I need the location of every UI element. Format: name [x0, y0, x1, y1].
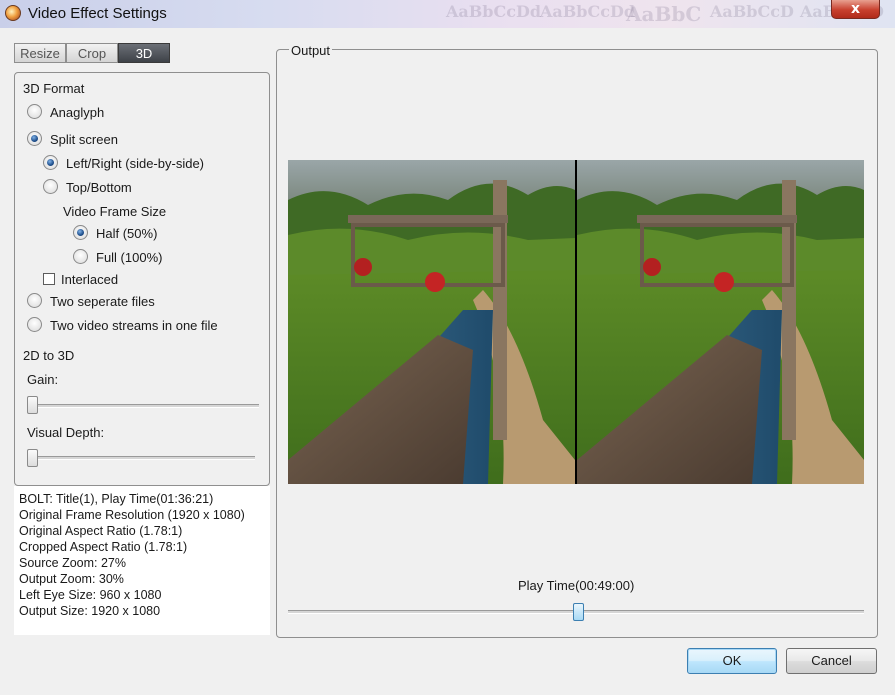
- info-line: Source Zoom: 27%: [19, 556, 126, 570]
- top-bottom-radio[interactable]: [43, 179, 58, 194]
- right-eye-frame: [577, 160, 864, 484]
- video-preview: [288, 160, 864, 484]
- ok-button[interactable]: OK: [687, 648, 777, 674]
- anaglyph-label[interactable]: Anaglyph: [50, 105, 104, 120]
- left-eye-frame: [288, 160, 575, 484]
- tab-resize[interactable]: Resize: [14, 43, 66, 63]
- video-info-panel: BOLT: Title(1), Play Time(01:36:21) Orig…: [14, 486, 270, 635]
- interlaced-label[interactable]: Interlaced: [61, 272, 118, 287]
- train-scene-image: [577, 160, 864, 484]
- cancel-button[interactable]: Cancel: [786, 648, 877, 674]
- info-line: Cropped Aspect Ratio (1.78:1): [19, 540, 188, 554]
- visual-depth-slider-track[interactable]: [27, 456, 255, 460]
- split-screen-radio[interactable]: [27, 131, 42, 146]
- left-right-label[interactable]: Left/Right (side-by-side): [66, 156, 204, 171]
- full-label[interactable]: Full (100%): [96, 250, 162, 265]
- play-time-slider-thumb[interactable]: [573, 603, 584, 621]
- close-icon: x: [850, 1, 861, 17]
- info-line: Original Aspect Ratio (1.78:1): [19, 524, 183, 538]
- tab-3d[interactable]: 3D: [118, 43, 170, 63]
- info-line: Output Size: 1920 x 1080: [19, 604, 161, 618]
- two-files-radio[interactable]: [27, 293, 42, 308]
- 2d-to-3d-title: 2D to 3D: [23, 348, 75, 363]
- video-frame-size-label: Video Frame Size: [63, 204, 167, 219]
- split-screen-label[interactable]: Split screen: [50, 132, 118, 147]
- gain-label: Gain:: [27, 372, 59, 387]
- background-ghost-text: AaBbCcD: [710, 2, 794, 21]
- info-line: Left Eye Size: 960 x 1080: [19, 588, 162, 602]
- output-title: Output: [289, 43, 333, 58]
- background-ghost-text: AaBbCcDd: [540, 2, 636, 21]
- visual-depth-slider-thumb[interactable]: [27, 449, 38, 467]
- play-time-label: Play Time(00:49:00): [518, 578, 635, 593]
- background-ghost-text: AaBbCcDd: [446, 2, 542, 21]
- dialog-window: AaBbCcDd AaBbCcDd AaBbC AaBbCcD AaBbCcD …: [0, 0, 895, 695]
- top-bottom-label[interactable]: Top/Bottom: [66, 180, 132, 195]
- info-line: Output Zoom: 30%: [19, 572, 124, 586]
- two-streams-label[interactable]: Two video streams in one file: [50, 318, 218, 333]
- tab-crop[interactable]: Crop: [66, 43, 118, 63]
- close-button[interactable]: x: [831, 0, 880, 19]
- two-streams-radio[interactable]: [27, 317, 42, 332]
- full-radio[interactable]: [73, 249, 88, 264]
- gain-slider-track[interactable]: [27, 404, 259, 408]
- gain-slider-thumb[interactable]: [27, 396, 38, 414]
- info-line: Original Frame Resolution (1920 x 1080): [19, 508, 245, 522]
- half-radio[interactable]: [73, 225, 88, 240]
- window-title: Video Effect Settings: [28, 5, 167, 22]
- two-files-label[interactable]: Two seperate files: [50, 294, 155, 309]
- left-right-radio[interactable]: [43, 155, 58, 170]
- train-scene-image: [288, 160, 575, 484]
- half-label[interactable]: Half (50%): [96, 226, 157, 241]
- anaglyph-radio[interactable]: [27, 104, 42, 119]
- background-ghost-text: AaBbC: [626, 2, 702, 26]
- interlaced-checkbox[interactable]: [43, 273, 55, 285]
- app-icon[interactable]: [5, 5, 21, 21]
- title-bar[interactable]: AaBbCcDd AaBbCcDd AaBbC AaBbCcD AaBbCcD …: [0, 0, 895, 28]
- info-line: BOLT: Title(1), Play Time(01:36:21): [19, 492, 214, 506]
- visual-depth-label: Visual Depth:: [27, 425, 105, 440]
- 3d-format-title: 3D Format: [23, 81, 85, 96]
